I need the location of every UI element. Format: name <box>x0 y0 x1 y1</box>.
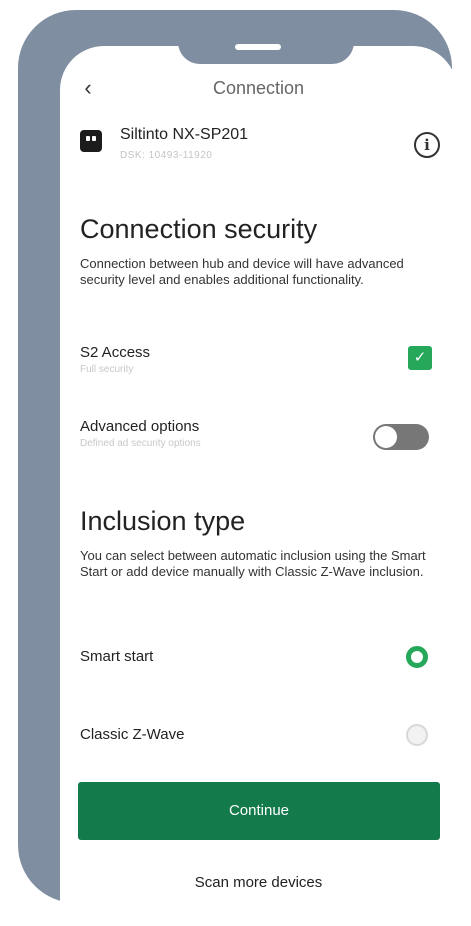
classic-zwave-label: Classic Z-Wave <box>80 726 185 743</box>
advanced-options-sublabel: Defined ad security options <box>80 438 201 449</box>
toggle-knob <box>375 426 397 448</box>
device-dsk: DSK: 10493-11920 <box>120 150 213 161</box>
info-icon[interactable]: i <box>414 132 440 158</box>
connection-security-description: Connection between hub and device will h… <box>80 256 404 287</box>
s2-access-sublabel: Full security <box>80 364 134 375</box>
advanced-options-toggle[interactable] <box>373 424 429 450</box>
app-screen: ‹ Connection Siltinto NX-SP201 DSK: 1049… <box>60 46 457 926</box>
advanced-options-label: Advanced options <box>80 418 200 435</box>
page-title: Connection <box>212 78 305 98</box>
smart-start-radio[interactable] <box>406 646 428 668</box>
scan-more-devices-link[interactable]: Scan more devices <box>60 874 457 891</box>
speaker-grille <box>235 44 281 50</box>
inclusion-type-heading: Inclusion type <box>80 506 246 536</box>
inclusion-type-description: You can select between automatic inclusi… <box>80 548 426 579</box>
smart-start-label: Smart start <box>80 648 154 665</box>
s2-access-label: S2 Access <box>80 344 151 361</box>
device-name: Siltinto NX-SP201 <box>120 126 249 143</box>
connection-security-heading: Connection security <box>80 214 318 244</box>
device-row: Siltinto NX-SP201 DSK: 10493-11920 i <box>80 126 440 176</box>
classic-zwave-radio[interactable] <box>406 724 428 746</box>
smart-plug-icon <box>80 130 102 152</box>
app-header: ‹ Connection <box>60 70 457 106</box>
continue-button[interactable]: Continue <box>78 782 440 840</box>
phone-frame: ‹ Connection Siltinto NX-SP201 DSK: 1049… <box>18 10 457 926</box>
check-icon: ✓ <box>413 349 427 366</box>
phone-notch <box>178 20 354 64</box>
s2-access-checkbox[interactable]: ✓ <box>408 346 432 370</box>
